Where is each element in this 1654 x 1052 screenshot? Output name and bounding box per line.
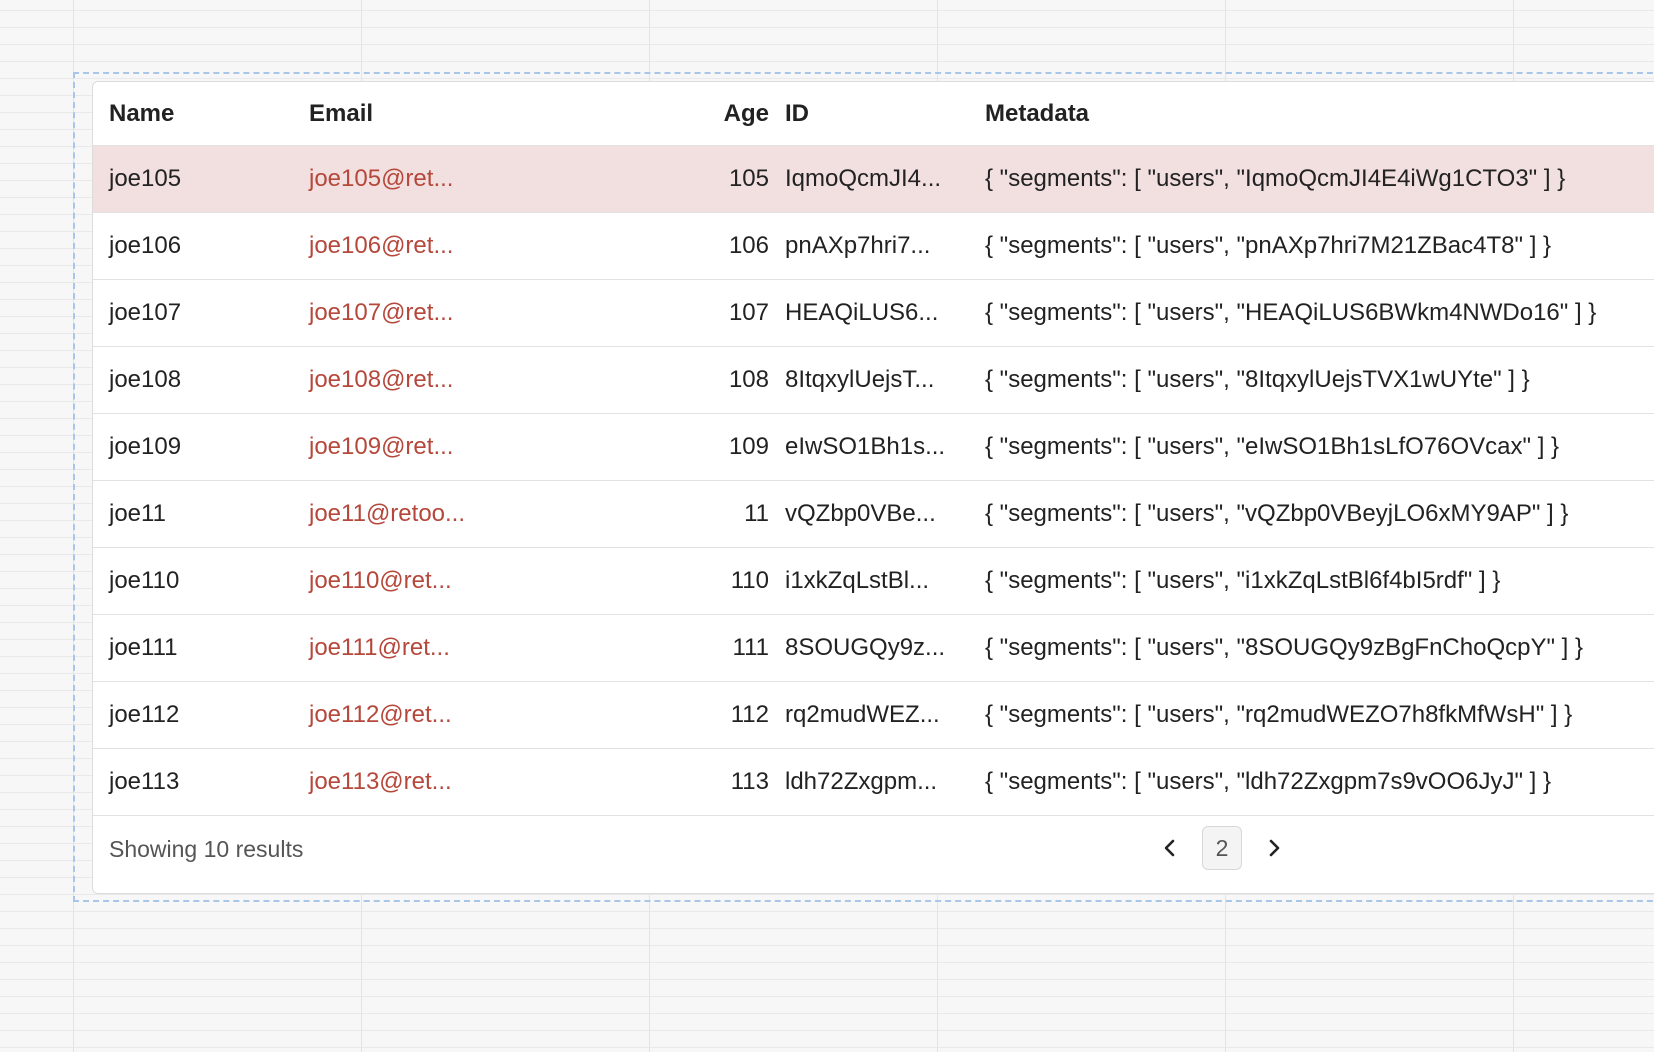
age-cell: 112 xyxy=(730,701,769,728)
table-row[interactable]: joe110 joe110@ret... 110 i1xkZqLstBl... … xyxy=(93,548,1654,615)
email-link[interactable]: joe108@ret... xyxy=(293,366,577,394)
email-link[interactable]: joe113@ret... xyxy=(293,768,577,796)
id-cell: eIwSO1Bh1s... xyxy=(785,433,946,460)
age-cell: 107 xyxy=(728,299,769,326)
users-table: Name Email Age ID Metadata joe105 joe105… xyxy=(92,81,1654,894)
previous-page-button[interactable] xyxy=(1150,825,1190,871)
table-row[interactable]: joe107 joe107@ret... 107 HEAQiLUS6... { … xyxy=(93,280,1654,347)
column-header-age[interactable]: Age xyxy=(577,100,785,128)
metadata-cell: { "segments": [ "users", "ldh72Zxgpm7s9v… xyxy=(985,768,1552,795)
email-link[interactable]: joe107@ret... xyxy=(293,299,577,327)
id-cell: ldh72Zxgpm... xyxy=(785,768,938,795)
id-cell: pnAXp7hri7... xyxy=(785,232,931,259)
name-cell: joe109 xyxy=(109,433,182,460)
current-page-button[interactable]: 2 xyxy=(1202,826,1242,870)
pagination: 2 xyxy=(1150,825,1294,871)
column-header-metadata[interactable]: Metadata xyxy=(985,100,1654,128)
age-cell: 106 xyxy=(728,232,769,259)
name-cell: joe110 xyxy=(109,567,180,594)
email-link[interactable]: joe112@ret... xyxy=(293,701,577,729)
age-cell: 105 xyxy=(728,165,769,192)
table-row[interactable]: joe106 joe106@ret... 106 pnAXp7hri7... {… xyxy=(93,213,1654,280)
metadata-cell: { "segments": [ "users", "8ItqxylUejsTVX… xyxy=(985,366,1530,393)
table-row[interactable]: joe11 joe11@retoo... 11 vQZbp0VBe... { "… xyxy=(93,481,1654,548)
column-header-id[interactable]: ID xyxy=(785,100,985,128)
column-header-email[interactable]: Email xyxy=(293,100,577,128)
chevron-left-icon xyxy=(1164,839,1175,857)
table-row[interactable]: joe113 joe113@ret... 113 ldh72Zxgpm... {… xyxy=(93,749,1654,816)
metadata-cell: { "segments": [ "users", "pnAXp7hri7M21Z… xyxy=(985,232,1552,259)
metadata-cell: { "segments": [ "users", "8SOUGQy9zBgFnC… xyxy=(985,634,1584,661)
chevron-right-icon xyxy=(1269,839,1280,857)
table-row[interactable]: joe111 joe111@ret... 111 8SOUGQy9z... { … xyxy=(93,615,1654,682)
age-cell: 108 xyxy=(728,366,769,393)
table-row[interactable]: joe112 joe112@ret... 112 rq2mudWEZ... { … xyxy=(93,682,1654,749)
id-cell: HEAQiLUS6... xyxy=(785,299,939,326)
age-cell: 11 xyxy=(744,500,769,527)
age-cell: 110 xyxy=(730,567,769,594)
name-cell: joe106 xyxy=(109,232,182,259)
email-link[interactable]: joe109@ret... xyxy=(293,433,577,461)
metadata-cell: { "segments": [ "users", "eIwSO1Bh1sLfO7… xyxy=(985,433,1560,460)
age-cell: 113 xyxy=(730,768,769,795)
metadata-cell: { "segments": [ "users", "vQZbp0VBeyjLO6… xyxy=(985,500,1569,527)
id-cell: IqmoQcmJI4... xyxy=(785,165,942,192)
age-cell: 109 xyxy=(728,433,769,460)
column-header-name[interactable]: Name xyxy=(93,100,293,128)
next-page-button[interactable] xyxy=(1254,825,1294,871)
id-cell: vQZbp0VBe... xyxy=(785,500,936,527)
email-link[interactable]: joe106@ret... xyxy=(293,232,577,260)
name-cell: joe113 xyxy=(109,768,180,795)
id-cell: 8ItqxylUejsT... xyxy=(785,366,935,393)
metadata-cell: { "segments": [ "users", "IqmoQcmJI4E4iW… xyxy=(985,165,1566,192)
results-count: Showing 10 results xyxy=(109,835,304,862)
name-cell: joe111 xyxy=(109,634,178,661)
email-link[interactable]: joe111@ret... xyxy=(293,634,577,662)
age-cell: 111 xyxy=(732,634,769,661)
table-header: Name Email Age ID Metadata xyxy=(93,82,1654,146)
table-row[interactable]: joe108 joe108@ret... 108 8ItqxylUejsT...… xyxy=(93,347,1654,414)
name-cell: joe105 xyxy=(109,165,182,192)
metadata-cell: { "segments": [ "users", "HEAQiLUS6BWkm4… xyxy=(985,299,1597,326)
name-cell: joe112 xyxy=(109,701,180,728)
table-footer: Showing 10 results 2 xyxy=(93,816,1654,882)
id-cell: i1xkZqLstBl... xyxy=(785,567,930,594)
name-cell: joe11 xyxy=(109,500,166,527)
metadata-cell: { "segments": [ "users", "i1xkZqLstBl6f4… xyxy=(985,567,1501,594)
email-link[interactable]: joe105@ret... xyxy=(293,165,577,193)
table-row[interactable]: joe105 joe105@ret... 105 IqmoQcmJI4... {… xyxy=(93,146,1654,213)
id-cell: rq2mudWEZ... xyxy=(785,701,940,728)
id-cell: 8SOUGQy9z... xyxy=(785,634,946,661)
name-cell: joe107 xyxy=(109,299,182,326)
table-row[interactable]: joe109 joe109@ret... 109 eIwSO1Bh1s... {… xyxy=(93,414,1654,481)
metadata-cell: { "segments": [ "users", "rq2mudWEZO7h8f… xyxy=(985,701,1573,728)
email-link[interactable]: joe110@ret... xyxy=(293,567,577,595)
email-link[interactable]: joe11@retoo... xyxy=(293,500,577,528)
name-cell: joe108 xyxy=(109,366,182,393)
